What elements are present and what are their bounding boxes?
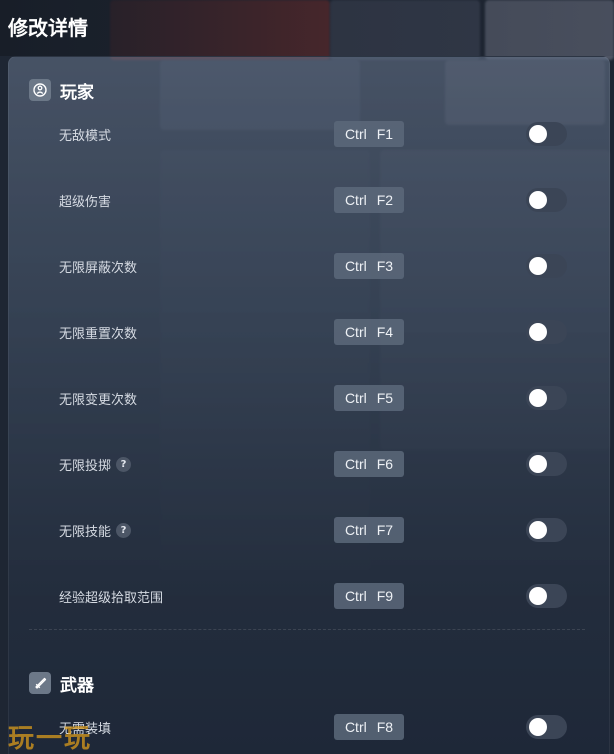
help-icon[interactable]: ? bbox=[116, 457, 132, 472]
app-window: 修改详情 玩家 无敌模式 Ctrl F1 超级伤害 Ctrl F2 无限屏蔽次数… bbox=[0, 0, 614, 754]
section-divider bbox=[29, 629, 585, 630]
toggle-switch[interactable] bbox=[526, 452, 567, 476]
cheat-row-unlimited-change: 无限变更次数 Ctrl F5 bbox=[9, 385, 611, 411]
toggle-knob bbox=[529, 587, 547, 605]
cheat-label: 无限技能? bbox=[59, 521, 132, 540]
section-header-player: 玩家 bbox=[29, 78, 94, 103]
cheat-label: 无限投掷? bbox=[59, 455, 132, 474]
hotkey-badge[interactable]: Ctrl F2 bbox=[334, 187, 404, 213]
help-icon[interactable]: ? bbox=[116, 523, 132, 538]
cheat-row-super-damage: 超级伤害 Ctrl F2 bbox=[9, 187, 611, 213]
watermark-logo: 玩一玩 bbox=[8, 724, 93, 754]
toggle-switch[interactable] bbox=[526, 122, 567, 146]
toggle-knob bbox=[529, 389, 547, 407]
section-header-weapon: 武器 bbox=[29, 671, 94, 696]
cheat-panel: 玩家 无敌模式 Ctrl F1 超级伤害 Ctrl F2 无限屏蔽次数 Ctrl F3… bbox=[8, 56, 610, 754]
toggle-switch[interactable] bbox=[526, 518, 567, 542]
cheat-row-unlimited-block: 无限屏蔽次数 Ctrl F3 bbox=[9, 253, 611, 279]
toggle-knob bbox=[529, 125, 547, 143]
player-icon bbox=[29, 79, 51, 101]
cheat-label: 无限重置次数 bbox=[59, 327, 138, 342]
hotkey-badge[interactable]: Ctrl F8 bbox=[334, 714, 404, 740]
hotkey-badge[interactable]: Ctrl F3 bbox=[334, 253, 404, 279]
toggle-knob bbox=[529, 323, 547, 341]
cheat-row-unlimited-reset: 无限重置次数 Ctrl F4 bbox=[9, 319, 611, 345]
weapon-icon bbox=[29, 672, 51, 694]
toggle-switch[interactable] bbox=[526, 188, 567, 212]
header-bar: 修改详情 bbox=[0, 0, 614, 56]
cheat-label: 无敌模式 bbox=[59, 129, 112, 144]
toggle-knob bbox=[529, 191, 547, 209]
hotkey-badge[interactable]: Ctrl F7 bbox=[334, 517, 404, 543]
cheat-row-exp-pickup-range: 经验超级拾取范围 Ctrl F9 bbox=[9, 583, 611, 609]
toggle-switch[interactable] bbox=[526, 715, 567, 739]
toggle-knob bbox=[529, 455, 547, 473]
toggle-switch[interactable] bbox=[526, 584, 567, 608]
page-title: 修改详情 bbox=[8, 16, 88, 40]
cheat-row-unlimited-skill: 无限技能? Ctrl F7 bbox=[9, 517, 611, 543]
cheat-row-no-reload: 无需装填 Ctrl F8 bbox=[9, 714, 611, 740]
section-title-player: 玩家 bbox=[60, 82, 94, 103]
toggle-switch[interactable] bbox=[526, 386, 567, 410]
cheat-label: 无限屏蔽次数 bbox=[59, 261, 138, 276]
toggle-knob bbox=[529, 257, 547, 275]
toggle-knob bbox=[529, 718, 547, 736]
cheat-row-unlimited-throw: 无限投掷? Ctrl F6 bbox=[9, 451, 611, 477]
cheat-label: 无限变更次数 bbox=[59, 393, 138, 408]
toggle-knob bbox=[529, 521, 547, 539]
hotkey-badge[interactable]: Ctrl F5 bbox=[334, 385, 404, 411]
hotkey-badge[interactable]: Ctrl F9 bbox=[334, 583, 404, 609]
cheat-label: 超级伤害 bbox=[59, 195, 112, 210]
section-title-weapon: 武器 bbox=[60, 675, 94, 696]
hotkey-badge[interactable]: Ctrl F6 bbox=[334, 451, 404, 477]
cheat-label: 经验超级拾取范围 bbox=[59, 591, 164, 606]
hotkey-badge[interactable]: Ctrl F4 bbox=[334, 319, 404, 345]
hotkey-badge[interactable]: Ctrl F1 bbox=[334, 121, 404, 147]
toggle-switch[interactable] bbox=[526, 320, 567, 344]
cheat-row-god-mode: 无敌模式 Ctrl F1 bbox=[9, 121, 611, 147]
toggle-switch[interactable] bbox=[526, 254, 567, 278]
